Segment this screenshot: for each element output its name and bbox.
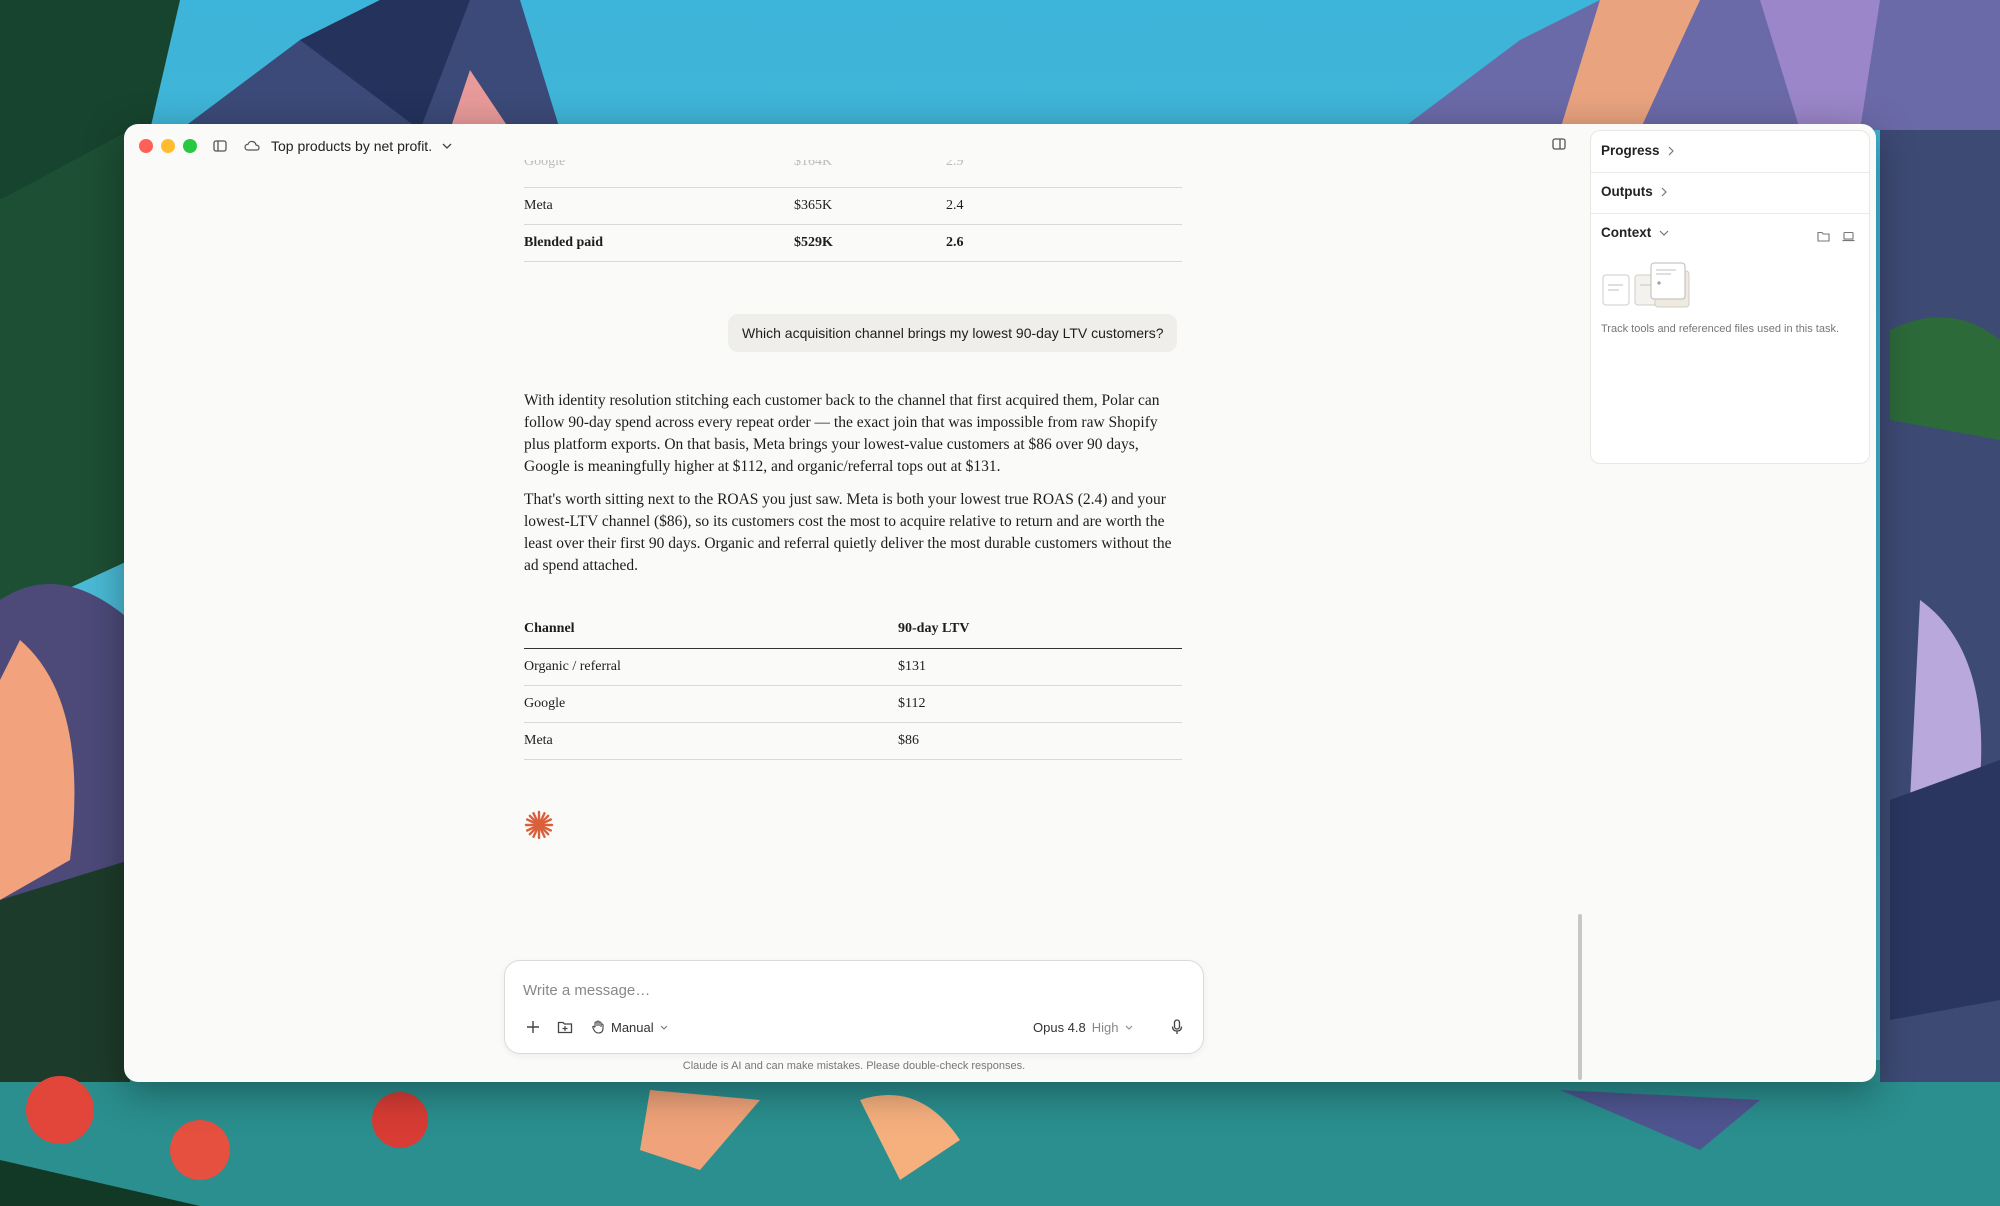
model-selector[interactable]: Opus 4.8 High (1033, 1013, 1133, 1041)
table-cell: $529K (794, 224, 946, 262)
table-cell: $112 (898, 685, 1182, 723)
progress-section-toggle[interactable]: Progress (1601, 143, 1674, 158)
add-attachment-button[interactable] (521, 1013, 545, 1041)
chevron-down-icon (1659, 230, 1669, 236)
context-section-toggle[interactable]: Context (1601, 225, 1669, 240)
table-cell: Blended paid (524, 224, 794, 262)
column-header: 90-day LTV (898, 611, 1182, 649)
effort-label: High (1091, 1019, 1119, 1035)
folder-plus-icon (557, 1021, 573, 1034)
outputs-label: Outputs (1601, 184, 1653, 199)
chevron-right-icon (1668, 146, 1674, 155)
assistant-paragraph: With identity resolution stitching each … (524, 392, 1160, 475)
divider (1591, 213, 1869, 214)
folder-icon[interactable] (1817, 231, 1830, 242)
claude-spark-icon (524, 810, 554, 840)
table-cell: $131 (898, 648, 1182, 686)
outputs-section-toggle[interactable]: Outputs (1601, 184, 1667, 199)
table-cell: Meta (524, 722, 898, 760)
table-cell: Google (524, 685, 898, 723)
conversation-area: Google $164K 2.9 Meta $365K 2.4 Blended … (124, 124, 1584, 1082)
table-row: Organic / referral $131 (524, 648, 1182, 686)
add-folder-button[interactable] (553, 1013, 577, 1041)
table-cell: $365K (794, 187, 946, 225)
context-description: Track tools and referenced files used in… (1601, 323, 1840, 335)
disclaimer-text: Claude is AI and can make mistakes. Plea… (682, 1060, 1026, 1072)
task-side-panel: Progress Outputs Context Track tools and… (1590, 130, 1870, 464)
hand-icon (592, 1020, 604, 1034)
plus-icon (527, 1021, 539, 1033)
microphone-icon (1171, 1019, 1183, 1034)
ltv-table: Channel 90-day LTV Organic / referral $1… (524, 611, 1182, 760)
app-window: Top products by net profit. Google $164K… (124, 124, 1876, 1082)
table-row: Meta $365K 2.4 (524, 187, 1182, 225)
column-header: Channel (524, 611, 898, 649)
voice-input-button[interactable] (1165, 1013, 1189, 1041)
table-cell: 2.9 (946, 160, 964, 169)
roas-table: Meta $365K 2.4 Blended paid $529K 2.6 (524, 187, 1182, 262)
scrollbar[interactable] (1578, 914, 1582, 1080)
assistant-paragraph: That's worth sitting next to the ROAS yo… (524, 491, 1172, 574)
table-row: Google $112 (524, 685, 1182, 723)
table-cell: Organic / referral (524, 648, 898, 686)
composer-toolbar: Manual Opus 4.8 High (505, 1013, 1203, 1041)
table-cell: 2.4 (946, 187, 1182, 225)
chevron-down-icon (1125, 1025, 1132, 1030)
context-files-illustration (1602, 262, 1690, 308)
table-row-total: Blended paid $529K 2.6 (524, 224, 1182, 262)
mode-label: Manual (611, 1019, 654, 1035)
table-row-partial: Google $164K 2.9 (524, 160, 1182, 176)
laptop-icon[interactable] (1842, 231, 1855, 242)
chevron-right-icon (1661, 187, 1667, 196)
mode-selector[interactable]: Manual (591, 1013, 668, 1041)
table-cell: 2.6 (946, 224, 1182, 262)
chevron-down-icon (660, 1025, 668, 1030)
message-composer: Manual Opus 4.8 High (504, 960, 1204, 1054)
divider (1591, 172, 1869, 173)
message-input[interactable] (523, 979, 1183, 1001)
user-message: Which acquisition channel brings my lowe… (728, 314, 1178, 352)
table-cell: Google (524, 160, 566, 169)
context-actions (1817, 231, 1855, 242)
progress-label: Progress (1601, 143, 1660, 158)
table-cell: $164K (794, 160, 833, 169)
model-label: Opus 4.8 (1033, 1019, 1086, 1035)
context-label: Context (1601, 225, 1652, 240)
table-cell: Meta (524, 187, 794, 225)
table-row: Meta $86 (524, 722, 1182, 760)
table-cell: $86 (898, 722, 1182, 760)
table-header-row: Channel 90-day LTV (524, 611, 1182, 649)
assistant-message: With identity resolution stitching each … (524, 390, 1184, 588)
